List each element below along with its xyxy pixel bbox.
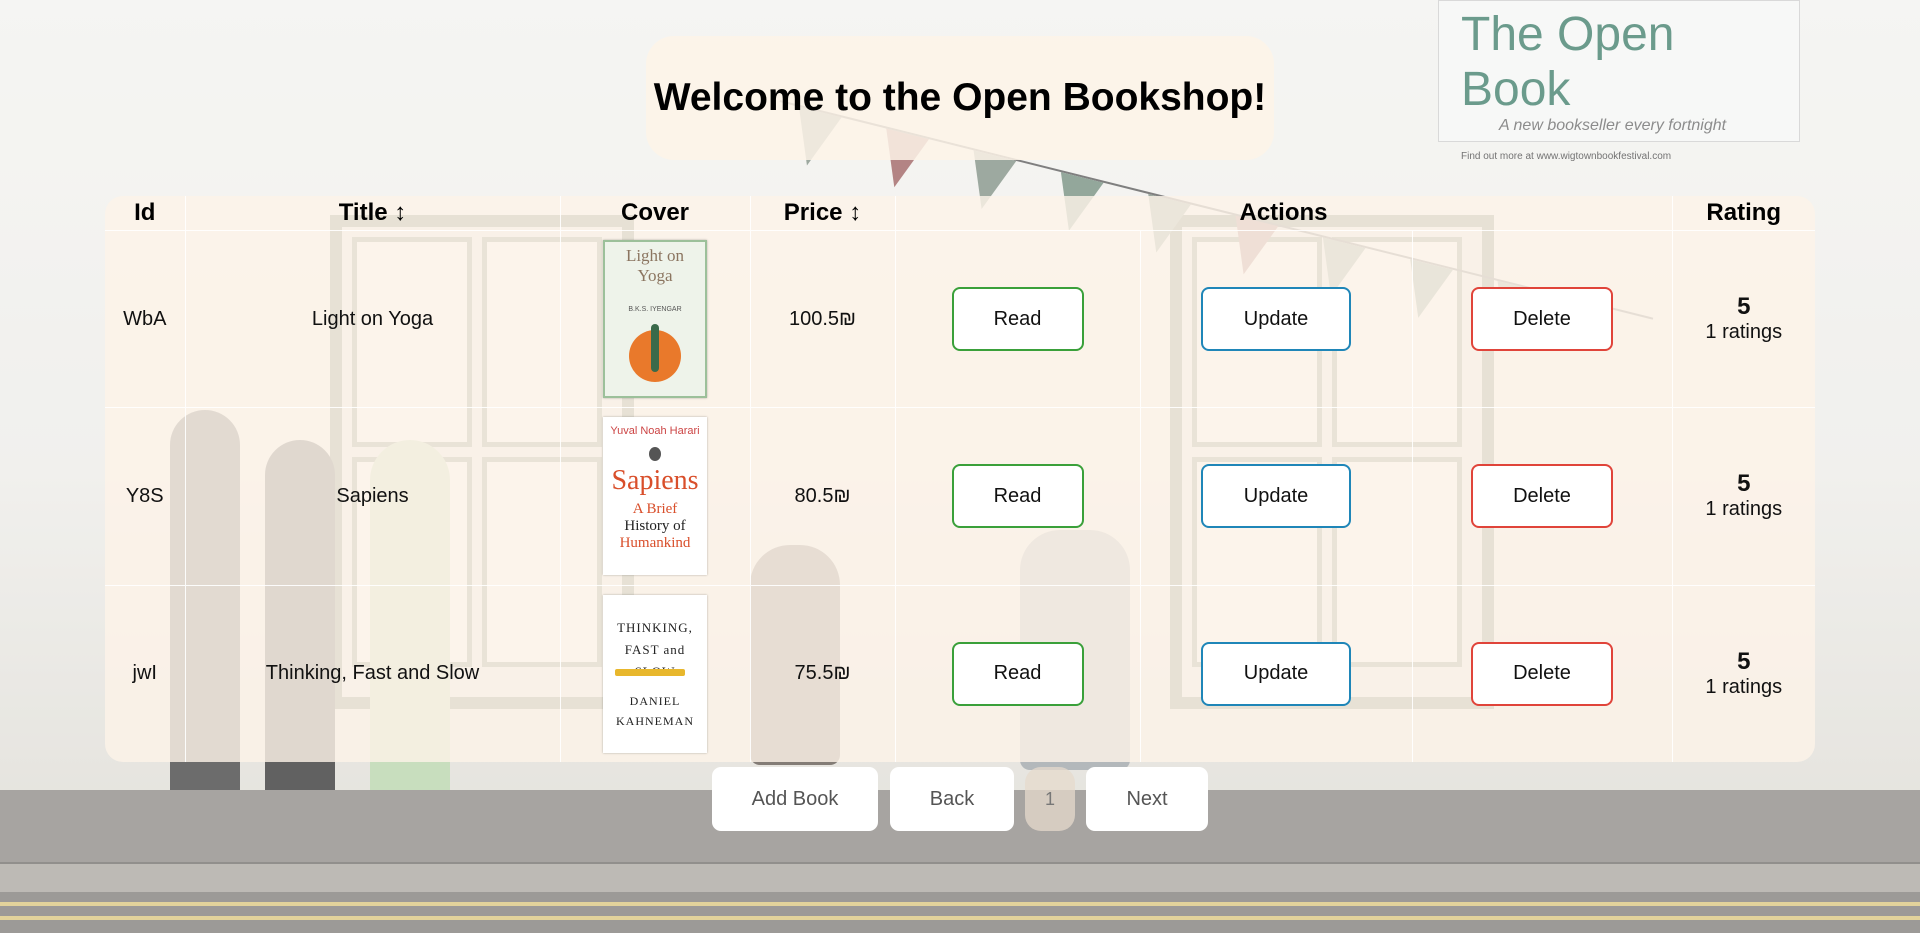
column-header-title[interactable]: Title ↕: [184, 196, 560, 231]
books-table-container: Id Title ↕ Cover Price ↕ Actions Rating …: [105, 196, 1815, 762]
page-title: Welcome to the Open Bookshop!: [653, 76, 1267, 119]
book-price: 80.5₪: [749, 407, 895, 586]
pagination-bar: Add Book Back 1 Next: [0, 767, 1920, 831]
table-header-row: Id Title ↕ Cover Price ↕ Actions Rating: [105, 196, 1815, 231]
delete-button[interactable]: Delete: [1471, 464, 1613, 529]
book-id: Y8S: [105, 407, 185, 586]
back-button[interactable]: Back: [890, 767, 1014, 831]
rating-count: 1 ratings: [1705, 321, 1783, 344]
table-row: jwI Thinking, Fast and Slow THINKING, FAS…: [105, 584, 1815, 762]
title-banner: Welcome to the Open Bookshop!: [646, 36, 1274, 160]
read-button[interactable]: Read: [951, 464, 1084, 529]
book-title: Light on Yoga: [184, 229, 560, 408]
add-book-button[interactable]: Add Book: [712, 767, 878, 831]
yoga-figure-icon: [651, 324, 659, 373]
fingerprint-icon: [649, 447, 661, 462]
rating-value: 5: [1737, 293, 1751, 321]
book-price: 100.5₪: [749, 229, 895, 408]
column-header-id: Id: [134, 199, 156, 226]
sort-icon[interactable]: ↕: [849, 199, 861, 226]
read-button[interactable]: Read: [951, 641, 1084, 706]
book-rating: 5 1 ratings: [1671, 584, 1815, 762]
rating-value: 5: [1737, 647, 1751, 675]
column-header-price[interactable]: Price ↕: [749, 196, 895, 231]
book-title: Sapiens: [184, 407, 560, 586]
sort-icon[interactable]: ↕: [394, 199, 406, 226]
column-header-title-label: Title: [338, 199, 388, 226]
update-button[interactable]: Update: [1201, 464, 1351, 529]
delete-button[interactable]: Delete: [1471, 641, 1613, 706]
next-button[interactable]: Next: [1086, 767, 1208, 831]
book-cover-image[interactable]: THINKING,FAST and SLOW DANIELKAHNEMAN: [603, 594, 707, 753]
column-header-actions: Actions: [894, 196, 1672, 231]
rating-count: 1 ratings: [1705, 498, 1783, 521]
book-id: jwI: [105, 584, 185, 762]
rating-count: 1 ratings: [1705, 675, 1783, 698]
book-rating: 5 1 ratings: [1671, 407, 1815, 586]
update-button[interactable]: Update: [1201, 641, 1351, 706]
column-header-cover: Cover: [559, 196, 750, 231]
book-cover-cell: Light on Yoga B.K.S. IYENGAR: [559, 229, 750, 408]
column-header-rating: Rating: [1671, 196, 1815, 231]
rating-value: 5: [1737, 470, 1751, 498]
book-cover-image[interactable]: Light on Yoga B.K.S. IYENGAR: [603, 240, 707, 399]
book-price: 75.5₪: [749, 584, 895, 762]
column-header-price-label: Price: [783, 199, 843, 226]
update-button[interactable]: Update: [1201, 287, 1351, 352]
delete-button[interactable]: Delete: [1471, 287, 1613, 352]
book-cover-image[interactable]: Yuval Noah Harari Sapiens A Brief History…: [603, 417, 707, 576]
book-title: Thinking, Fast and Slow: [184, 584, 560, 762]
table-row: Y8S Sapiens Yuval Noah Harari Sapiens A …: [105, 407, 1815, 586]
books-table: Id Title ↕ Cover Price ↕ Actions Rating …: [105, 196, 1815, 762]
page-number: 1: [1025, 767, 1075, 831]
book-rating: 5 1 ratings: [1671, 229, 1815, 408]
pencil-icon: [615, 668, 685, 676]
book-id: WbA: [105, 229, 185, 408]
read-button[interactable]: Read: [951, 287, 1084, 352]
book-cover-cell: Yuval Noah Harari Sapiens A Brief History…: [559, 407, 750, 586]
table-row: WbA Light on Yoga Light on Yoga B.K.S. IY…: [105, 229, 1815, 408]
book-cover-cell: THINKING,FAST and SLOW DANIELKAHNEMAN: [559, 584, 750, 762]
